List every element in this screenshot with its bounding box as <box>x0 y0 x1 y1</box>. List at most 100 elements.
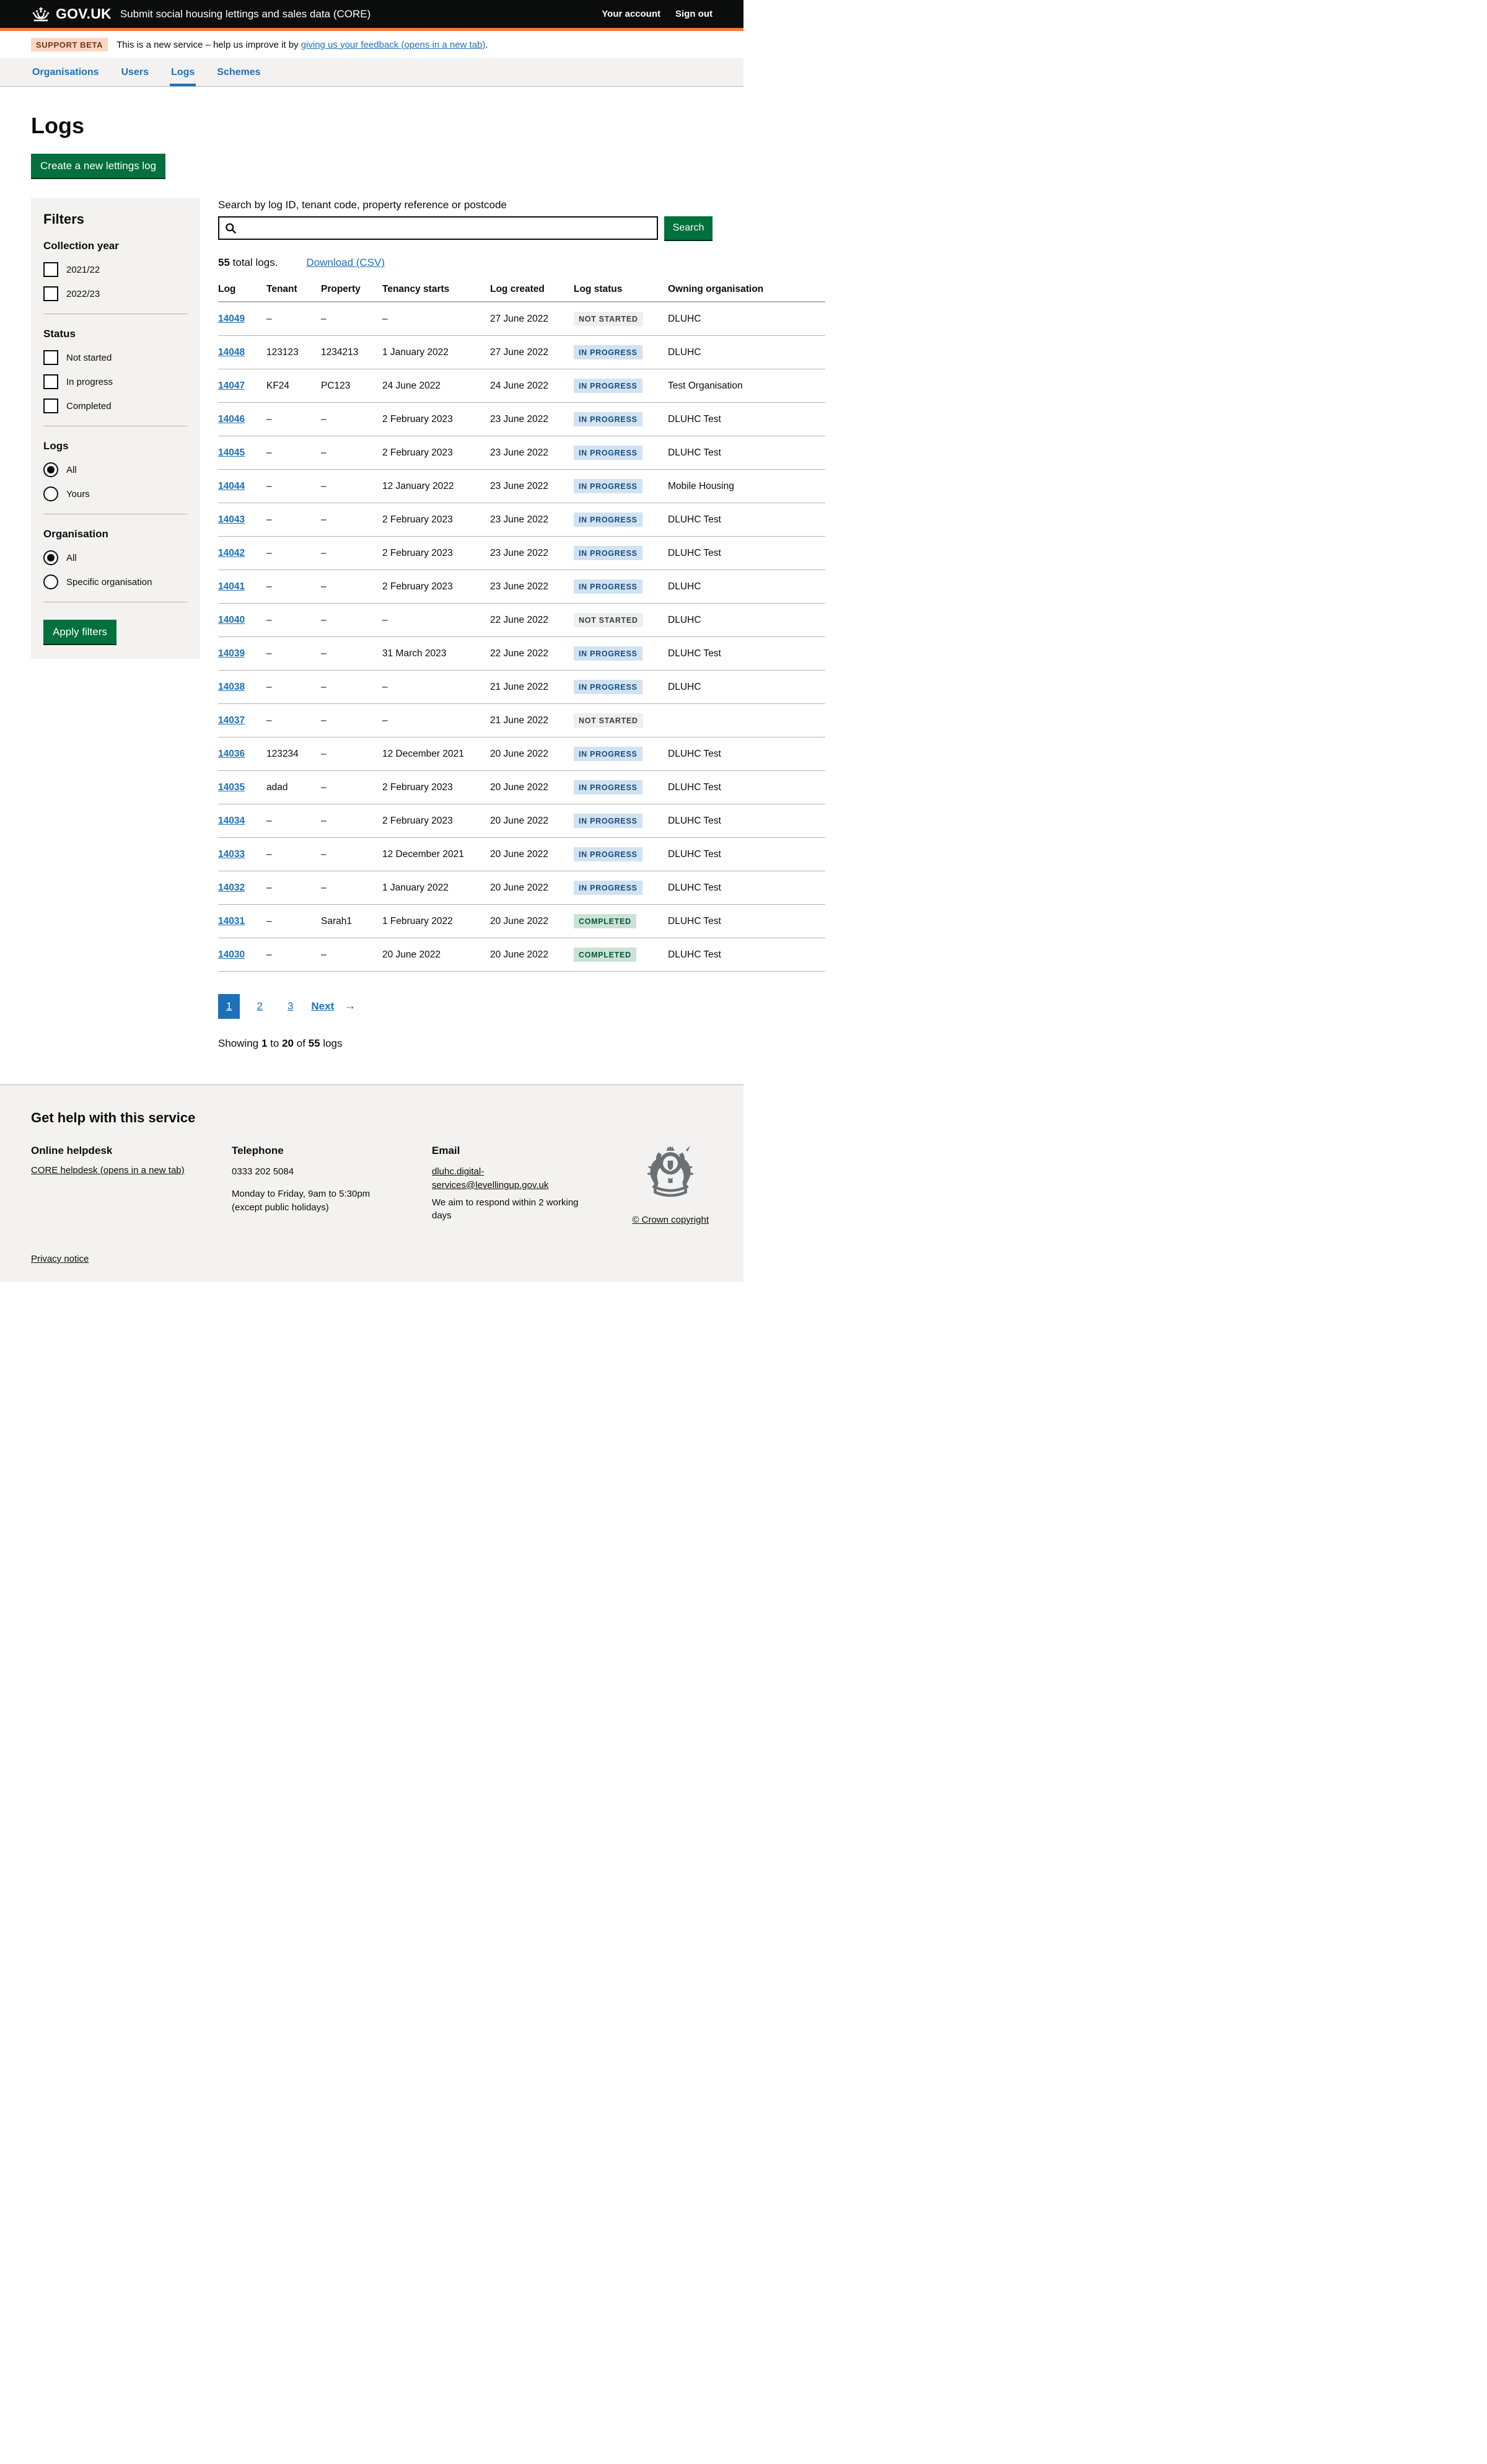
cell-log-created: 23 June 2022 <box>490 470 574 503</box>
cell-tenant: – <box>266 403 321 436</box>
sign-out-link[interactable]: Sign out <box>675 9 713 19</box>
core-helpdesk-link[interactable]: CORE helpdesk (opens in a new tab) <box>31 1165 185 1176</box>
log-id-link[interactable]: 14036 <box>218 749 245 759</box>
cell-log-status: In progress <box>574 838 668 871</box>
cell-tenant: – <box>266 570 321 604</box>
privacy-notice-link[interactable]: Privacy notice <box>31 1254 89 1264</box>
cell-log-status: In progress <box>574 436 668 470</box>
log-id-link[interactable]: 14047 <box>218 381 245 391</box>
cell-tenancy-starts: 12 December 2021 <box>382 838 490 871</box>
govuk-logo-link[interactable]: GOV.UK <box>31 6 112 22</box>
your-account-link[interactable]: Your account <box>602 9 660 19</box>
log-id-link[interactable]: 14043 <box>218 514 245 525</box>
col-header-log-status: Log status <box>574 276 668 302</box>
cell-log-created: 20 June 2022 <box>490 838 574 871</box>
showing-word: to <box>270 1037 279 1049</box>
checkbox-in-progress[interactable] <box>43 374 58 389</box>
crown-copyright-link[interactable]: © Crown copyright <box>632 1215 709 1225</box>
download-csv-link[interactable]: Download (CSV) <box>306 257 385 269</box>
table-row: 14046––2 February 202323 June 2022In pro… <box>218 403 825 436</box>
log-id-link[interactable]: 14038 <box>218 682 245 692</box>
log-id-link[interactable]: 14045 <box>218 447 245 458</box>
cell-log-created: 23 June 2022 <box>490 537 574 570</box>
footer-email-column: Email dluhc.digital-services@levellingup… <box>432 1145 612 1226</box>
radio-organisation-all[interactable] <box>43 550 58 565</box>
nav-tab-users[interactable]: Users <box>120 58 150 86</box>
cell-log-status: In progress <box>574 771 668 804</box>
col-header-tenancy-starts: Tenancy starts <box>382 276 490 302</box>
log-id-link[interactable]: 14041 <box>218 581 245 592</box>
cell-log: 14036 <box>218 737 266 771</box>
log-id-link[interactable]: 14032 <box>218 882 245 893</box>
table-row: 14030––20 June 202220 June 2022Completed… <box>218 938 825 972</box>
log-id-link[interactable]: 14033 <box>218 849 245 860</box>
checkbox-2022-23[interactable] <box>43 286 58 301</box>
filter-option: Completed <box>43 398 188 413</box>
cell-tenant: adad <box>266 771 321 804</box>
log-id-link[interactable]: 14040 <box>218 615 245 625</box>
radio-organisation-specific[interactable] <box>43 574 58 589</box>
log-id-link[interactable]: 14049 <box>218 314 245 324</box>
checkbox-2021-22[interactable] <box>43 262 58 277</box>
checkbox-completed[interactable] <box>43 398 58 413</box>
filter-option: 2022/23 <box>43 286 188 301</box>
cell-log-status: Not started <box>574 302 668 336</box>
cell-tenant: 123123 <box>266 336 321 369</box>
cell-property: – <box>321 938 382 972</box>
service-name-link[interactable]: Submit social housing lettings and sales… <box>120 8 371 20</box>
table-row: 14031–Sarah11 February 202220 June 2022C… <box>218 905 825 938</box>
cell-tenant: – <box>266 804 321 838</box>
cell-owning-organisation: Test Organisation <box>668 369 825 403</box>
cell-property: – <box>321 302 382 336</box>
cell-log: 14042 <box>218 537 266 570</box>
cell-property: – <box>321 871 382 905</box>
email-link[interactable]: dluhc.digital-services@levellingup.gov.u… <box>432 1166 548 1190</box>
cell-tenant: – <box>266 637 321 671</box>
search-button[interactable]: Search <box>664 216 713 240</box>
table-row: 14033––12 December 202120 June 2022In pr… <box>218 838 825 871</box>
pagination-page-3[interactable]: 3 <box>279 994 301 1019</box>
nav-tab-logs[interactable]: Logs <box>170 58 196 86</box>
cell-property: – <box>321 503 382 537</box>
feedback-link[interactable]: giving us your feedback (opens in a new … <box>301 40 486 50</box>
create-lettings-log-button[interactable]: Create a new lettings log <box>31 154 165 178</box>
cell-owning-organisation: DLUHC Test <box>668 537 825 570</box>
search-input[interactable] <box>242 218 654 238</box>
cell-tenancy-starts: – <box>382 302 490 336</box>
log-id-link[interactable]: 14035 <box>218 782 245 793</box>
log-id-link[interactable]: 14031 <box>218 916 245 926</box>
cell-owning-organisation: DLUHC Test <box>668 905 825 938</box>
cell-log-status: Not started <box>574 704 668 737</box>
pagination-next[interactable]: Next <box>310 994 335 1019</box>
cell-property: – <box>321 771 382 804</box>
log-id-link[interactable]: 14034 <box>218 816 245 826</box>
pagination-page-2[interactable]: 2 <box>248 994 270 1019</box>
log-id-link[interactable]: 14048 <box>218 347 245 358</box>
cell-log-status: In progress <box>574 537 668 570</box>
log-id-link[interactable]: 14030 <box>218 949 245 960</box>
log-id-link[interactable]: 14044 <box>218 481 245 491</box>
next-arrow-icon: → <box>344 1000 356 1013</box>
log-id-link[interactable]: 14046 <box>218 414 245 425</box>
footer-helpdesk-heading: Online helpdesk <box>31 1145 217 1157</box>
cell-tenancy-starts: 2 February 2023 <box>382 503 490 537</box>
cell-tenant: – <box>266 537 321 570</box>
radio-logs-yours[interactable] <box>43 486 58 501</box>
footer-telephone-heading: Telephone <box>232 1145 417 1157</box>
log-id-link[interactable]: 14037 <box>218 715 245 726</box>
cell-log: 14038 <box>218 671 266 704</box>
cell-tenant: – <box>266 838 321 871</box>
nav-tab-schemes[interactable]: Schemes <box>216 58 261 86</box>
cell-log: 14037 <box>218 704 266 737</box>
cell-tenancy-starts: 31 March 2023 <box>382 637 490 671</box>
status-badge: In progress <box>574 446 643 460</box>
log-id-link[interactable]: 14042 <box>218 548 245 558</box>
checkbox-not-started[interactable] <box>43 350 58 365</box>
log-id-link[interactable]: 14039 <box>218 648 245 659</box>
nav-tab-organisations[interactable]: Organisations <box>31 58 100 86</box>
status-badge: In progress <box>574 479 643 493</box>
apply-filters-button[interactable]: Apply filters <box>43 620 116 644</box>
radio-logs-all[interactable] <box>43 462 58 477</box>
pagination-page-1[interactable]: 1 <box>218 994 240 1019</box>
showing-word: logs <box>323 1037 342 1049</box>
